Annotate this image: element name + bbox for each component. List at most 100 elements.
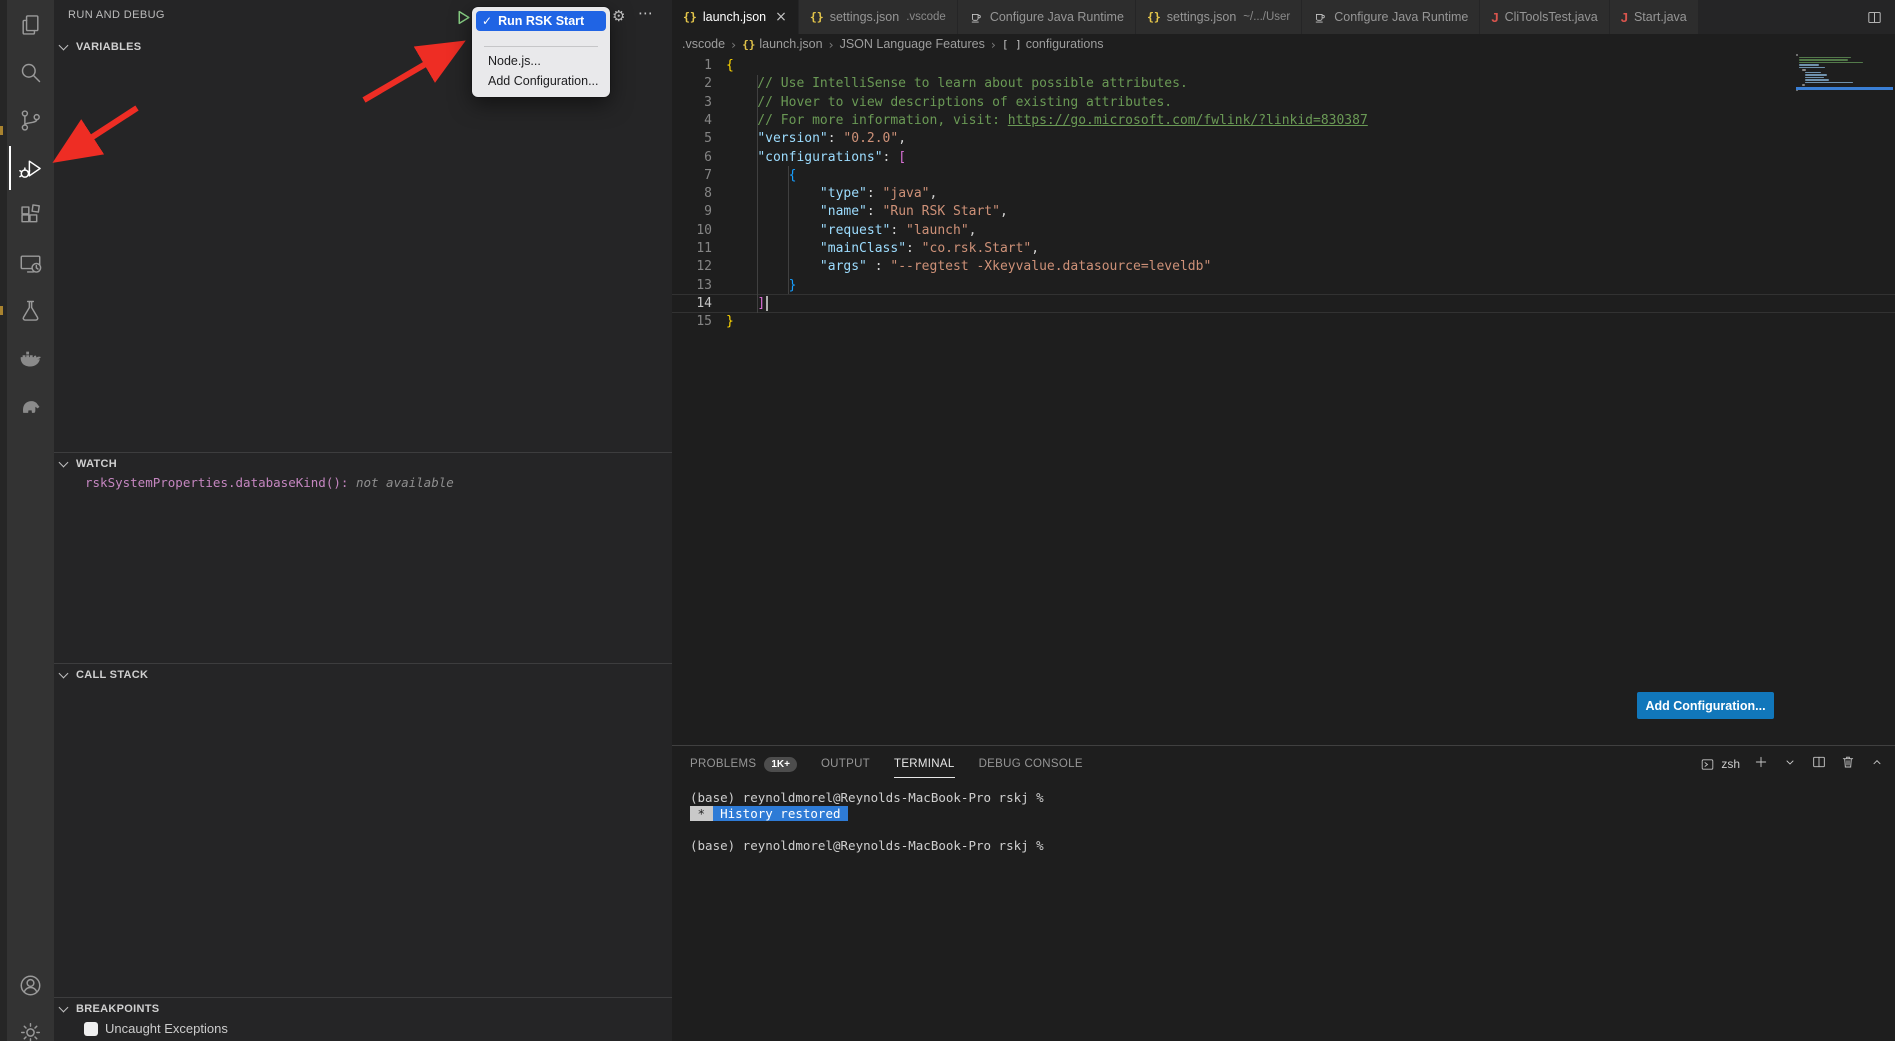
minimap-line [1805, 79, 1829, 81]
section-call-stack[interactable]: CALL STACK [54, 663, 672, 685]
watch-expression-row[interactable]: rskSystemProperties.databaseKind(): not … [85, 475, 454, 490]
tab-settings-json[interactable]: {}settings.json.vscode [799, 0, 958, 34]
sidebar-title: RUN AND DEBUG [68, 9, 165, 21]
files-icon[interactable] [10, 5, 50, 45]
problems-badge: 1K+ [764, 757, 797, 772]
source-control-icon[interactable] [10, 100, 50, 140]
panel-tab-label: PROBLEMS [690, 758, 756, 770]
trash-icon[interactable] [1840, 754, 1856, 775]
tab-suffix: ~/.../User [1243, 11, 1290, 23]
add-icon[interactable] [1753, 754, 1769, 775]
terminal-line: * History restored [690, 806, 1044, 822]
code-token: { [726, 58, 734, 73]
line-content: "mainClass": "co.rsk.Start", [726, 239, 1039, 258]
split-terminal-icon[interactable] [1811, 754, 1827, 775]
breakpoint-row: Uncaught Exceptions [84, 1021, 228, 1036]
terminal-text: * [690, 806, 713, 821]
remote-explorer-icon[interactable] [10, 243, 50, 283]
terminal-icon [1700, 757, 1715, 772]
code-token: : [906, 241, 922, 256]
minimap-line [1805, 82, 1853, 84]
docker-icon[interactable] [10, 337, 50, 377]
code-line-14: 14 ] [672, 294, 1895, 313]
panel-tab-debug-console[interactable]: DEBUG CONSOLE [979, 748, 1083, 780]
breadcrumb-item[interactable]: .vscode [682, 37, 725, 51]
array-symbol-icon: [ ] [1002, 38, 1022, 51]
search-icon[interactable] [10, 52, 50, 92]
vscode-window: RUN AND DEBUG ⚙ ⋯ VARIABLES WATCH rskSys… [0, 0, 1895, 1041]
breadcrumb: .vscode›{}launch.json›JSON Language Feat… [682, 34, 1104, 54]
tab-suffix: .vscode [906, 11, 946, 23]
code-token: // Use IntelliSense to learn about possi… [726, 76, 1188, 91]
close-icon[interactable]: × [775, 9, 787, 25]
panel-tab-bar: PROBLEMS 1K+ OUTPUT TERMINAL DEBUG CONSOLE [690, 748, 1107, 780]
code-token: "0.2.0" [843, 131, 898, 146]
code-token: "--regtest -Xkeyvalue.datasource=leveldb… [890, 259, 1211, 274]
test-beaker-icon[interactable] [10, 290, 50, 330]
line-number: 13 [672, 276, 712, 295]
section-breakpoints[interactable]: BREAKPOINTS [54, 997, 672, 1019]
dropdown-item-nodejs[interactable]: Node.js... [488, 54, 541, 68]
terminal-text: (base) reynoldmorel@Reynolds-MacBook-Pro… [690, 838, 1044, 853]
code-token: , [1000, 204, 1008, 219]
split-editor-icon[interactable] [1866, 9, 1883, 26]
breadcrumb-item[interactable]: JSON Language Features [840, 37, 985, 51]
panel-tab-output[interactable]: OUTPUT [821, 748, 870, 780]
current-line-highlight [672, 294, 1895, 313]
code-line-4: 4 // For more information, visit: https:… [672, 111, 1895, 130]
code-token: } [726, 314, 734, 329]
panel-divider [672, 745, 1895, 746]
code-token: "co.rsk.Start" [922, 241, 1032, 256]
dropdown-item-run-rsk-start[interactable]: ✓ Run RSK Start [476, 11, 606, 31]
minimap-line [1796, 54, 1798, 56]
add-configuration-button[interactable]: Add Configuration... [1637, 692, 1774, 719]
more-actions-icon[interactable]: ⋯ [638, 4, 653, 22]
chevron-down-icon[interactable] [1782, 754, 1798, 775]
gear-icon[interactable]: ⚙ [612, 7, 625, 25]
terminal-output[interactable]: (base) reynoldmorel@Reynolds-MacBook-Pro… [690, 790, 1044, 854]
dropdown-item-add-configuration[interactable]: Add Configuration... [488, 74, 599, 88]
minimap-line [1805, 74, 1827, 76]
extensions-icon[interactable] [10, 195, 50, 235]
panel-tab-problems[interactable]: PROBLEMS 1K+ [690, 748, 797, 780]
tab-start-java[interactable]: JStart.java [1610, 0, 1699, 34]
code-token [726, 131, 757, 146]
tab-configure-java-runtime[interactable]: Configure Java Runtime [958, 0, 1136, 34]
check-icon: ✓ [482, 14, 492, 28]
chevron-down-icon [59, 41, 69, 51]
code-token: "request" [820, 223, 890, 238]
tab-clitoolstest-java[interactable]: JCliToolsTest.java [1480, 0, 1609, 34]
line-number: 10 [672, 221, 712, 240]
window-edge [0, 0, 7, 1041]
line-number: 14 [672, 294, 712, 313]
code-token: "launch" [906, 223, 969, 238]
debug-start-icon[interactable] [455, 9, 472, 26]
tab-bar-actions [1866, 0, 1883, 34]
panel-tab-terminal[interactable]: TERMINAL [894, 748, 955, 780]
line-content: // Hover to view descriptions of existin… [726, 93, 1172, 112]
breadcrumb-separator: › [829, 37, 834, 52]
window-edge-mark [0, 306, 3, 315]
code-token [726, 223, 820, 238]
line-content: "args" : "--regtest -Xkeyvalue.datasourc… [726, 257, 1211, 276]
dropdown-separator [484, 46, 598, 47]
debug-icon[interactable] [10, 148, 50, 188]
code-token: "mainClass" [820, 241, 906, 256]
chevron-down-icon [59, 457, 69, 467]
minimap[interactable] [1796, 54, 1895, 100]
tab-settings-json[interactable]: {}settings.json~/.../User [1136, 0, 1302, 34]
chevron-up-icon[interactable] [1869, 754, 1885, 775]
code-token: : [828, 131, 844, 146]
breadcrumb-item[interactable]: configurations [1026, 37, 1104, 51]
account-icon[interactable] [10, 965, 50, 1005]
tab-configure-java-runtime[interactable]: Configure Java Runtime [1302, 0, 1480, 34]
settings-gear-icon[interactable] [10, 1012, 50, 1041]
tab-launch-json[interactable]: {}launch.json× [672, 0, 799, 34]
code-token [726, 204, 820, 219]
line-content: { [726, 166, 796, 185]
section-watch[interactable]: WATCH [54, 452, 672, 474]
elephant-icon[interactable] [10, 385, 50, 425]
breadcrumb-item[interactable]: launch.json [759, 37, 822, 51]
shell-selector[interactable]: zsh [1700, 757, 1740, 772]
uncaught-exceptions-checkbox[interactable] [84, 1022, 98, 1036]
